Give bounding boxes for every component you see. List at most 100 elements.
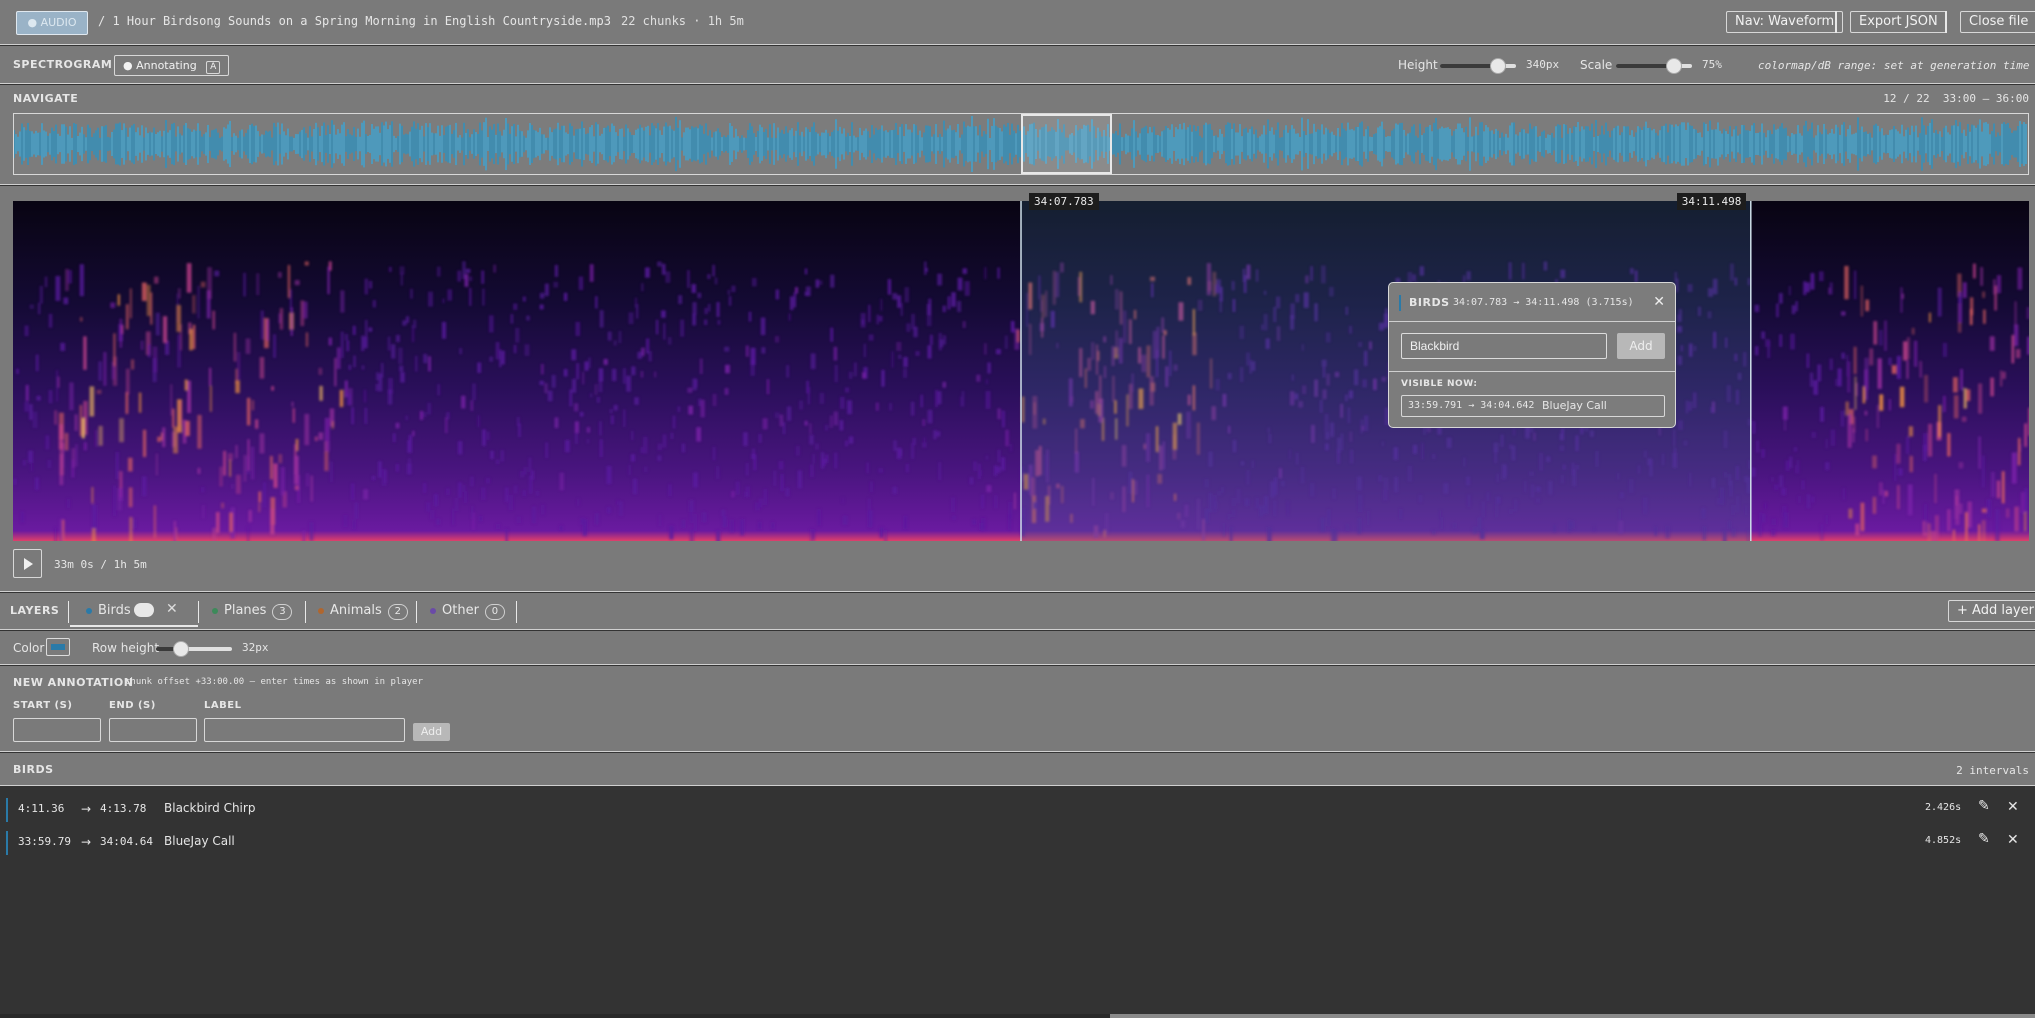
spectrogram-energy-mark [985, 379, 989, 385]
waveform-overview[interactable] [13, 113, 2029, 175]
audio-badge[interactable]: ● AUDIO [16, 11, 88, 35]
spectrogram-energy-mark [716, 302, 720, 317]
spectrogram-energy-mark [155, 312, 160, 336]
delete-icon[interactable]: ✕ [2007, 799, 2019, 815]
table-row[interactable]: 4:11.36 → 4:13.78 Blackbird Chirp 2.426s… [6, 794, 2035, 824]
waveform-viewport[interactable] [1021, 114, 1112, 174]
height-slider-fill [1440, 64, 1497, 68]
spectrogram-energy-mark [113, 333, 116, 367]
spectrogram-energy-mark [1860, 502, 1865, 532]
tab-other[interactable]: Other 0 [430, 600, 505, 622]
spectrogram-energy-mark [1884, 320, 1887, 351]
spectrogram-energy-mark [24, 325, 29, 337]
spectrogram-energy-mark [1928, 423, 1933, 457]
scale-slider-knob[interactable] [1666, 58, 1682, 74]
spectrogram-energy-mark [862, 372, 866, 379]
spectrogram-energy-mark [574, 421, 579, 434]
export-json-button[interactable]: Export JSON [1850, 11, 1947, 33]
spectrogram-energy-mark [48, 390, 53, 404]
spectrogram-energy-mark [294, 485, 299, 491]
label-input[interactable] [204, 718, 405, 742]
new-annotation-add-button[interactable]: Add [413, 723, 450, 741]
row-height-slider[interactable] [156, 641, 232, 657]
row-height-slider-knob[interactable] [173, 641, 190, 657]
spectrogram-energy-mark [707, 274, 711, 280]
spectrogram-energy-mark [508, 494, 514, 511]
popup-add-button[interactable]: Add [1617, 333, 1665, 359]
spectrogram-energy-mark [903, 368, 908, 378]
spectrogram-energy-mark [613, 404, 618, 411]
spectrogram-energy-mark [596, 396, 600, 403]
spectrogram-energy-mark [59, 442, 64, 476]
spectrogram-energy-mark [766, 379, 770, 395]
spectrogram-energy-mark [1980, 267, 1984, 286]
spectrogram-energy-mark [688, 405, 694, 415]
add-layer-button[interactable]: + Add layer [1948, 600, 2035, 622]
spectrogram-canvas[interactable] [13, 201, 2029, 541]
spectrogram-energy-mark [482, 288, 485, 306]
spectrogram-energy-mark [505, 528, 508, 541]
spectrogram-energy-mark [554, 417, 559, 429]
close-icon[interactable]: ✕ [1653, 294, 1665, 310]
popup-label-input[interactable] [1401, 333, 1607, 359]
tab-animals[interactable]: Animals 2 [318, 600, 408, 622]
edit-icon[interactable]: ✎ [1978, 831, 1990, 847]
spectrogram-energy-mark [1964, 512, 1968, 541]
spectrogram-energy-mark [906, 464, 909, 473]
delete-icon[interactable]: ✕ [2007, 832, 2019, 848]
spectrogram-energy-mark [513, 485, 518, 494]
height-slider[interactable] [1440, 58, 1516, 74]
spectrogram-energy-mark [1837, 368, 1842, 387]
spectrogram-energy-mark [880, 298, 883, 311]
height-slider-knob[interactable] [1490, 58, 1506, 74]
spectrogram-energy-mark [98, 361, 102, 381]
play-button[interactable] [13, 549, 42, 578]
birds-visibility-toggle[interactable] [134, 603, 154, 617]
annotating-mode-toggle[interactable]: ● Annotating A [114, 55, 230, 76]
spectrogram-energy-mark [1923, 433, 1928, 452]
spectrogram-energy-mark [892, 293, 898, 300]
edit-icon[interactable]: ✎ [1978, 798, 1990, 814]
scale-value: 75% [1702, 58, 1722, 71]
spectrogram-energy-mark [36, 354, 39, 372]
row-layer-marker [6, 798, 8, 822]
spectrogram-energy-mark [812, 454, 815, 464]
start-input[interactable] [13, 718, 101, 742]
table-row[interactable]: 33:59.79 → 34:04.64 BlueJay Call 4.852s … [6, 827, 2035, 857]
spectrogram-energy-mark [459, 347, 462, 355]
spectrogram-energy-mark [900, 302, 903, 316]
scrollbar-thumb[interactable] [1110, 1014, 2035, 1018]
spectrogram-energy-mark [693, 513, 698, 531]
spectrogram-energy-mark [153, 505, 157, 539]
visible-item-label: BlueJay Call [1542, 399, 1607, 412]
close-file-button[interactable]: Close file [1960, 11, 2035, 33]
spectrogram-energy-mark [1848, 508, 1853, 519]
spectrogram-energy-mark [36, 395, 41, 401]
spectrogram-energy-mark [513, 303, 518, 310]
spectrogram-energy-mark [69, 382, 74, 411]
scale-slider[interactable] [1616, 58, 1692, 74]
spectrogram-energy-mark [1967, 501, 1972, 528]
spectrogram-energy-mark [201, 505, 206, 519]
spectrogram-energy-mark [1879, 394, 1884, 411]
spectrogram-energy-mark [116, 451, 119, 480]
spectrogram-energy-mark [125, 304, 129, 330]
spectrogram-energy-mark [540, 504, 545, 515]
spectrogram-energy-mark [697, 292, 702, 299]
spectrogram-energy-mark [1893, 454, 1897, 481]
nav-waveform-button[interactable]: Nav: Waveform [1726, 11, 1844, 33]
layer-color-swatch[interactable] [46, 638, 70, 656]
remove-layer-icon[interactable]: ✕ [166, 601, 178, 617]
spectrogram-energy-mark [805, 286, 811, 297]
bottom-scrollbar[interactable] [0, 1014, 2035, 1018]
spectrogram-energy-mark [839, 396, 845, 409]
spectrogram-energy-mark [1782, 406, 1788, 420]
end-input[interactable] [109, 718, 197, 742]
spectrogram-energy-mark [804, 268, 808, 275]
tab-birds[interactable]: Birds ✕ [70, 598, 198, 627]
spectrogram-energy-mark [138, 392, 142, 413]
tab-planes[interactable]: Planes 3 [212, 600, 293, 622]
spectrogram-energy-mark [678, 295, 683, 305]
visible-annotation-item[interactable]: 33:59.791 → 34:04.642 BlueJay Call [1401, 395, 1665, 417]
spectrogram-energy-mark [117, 488, 123, 501]
